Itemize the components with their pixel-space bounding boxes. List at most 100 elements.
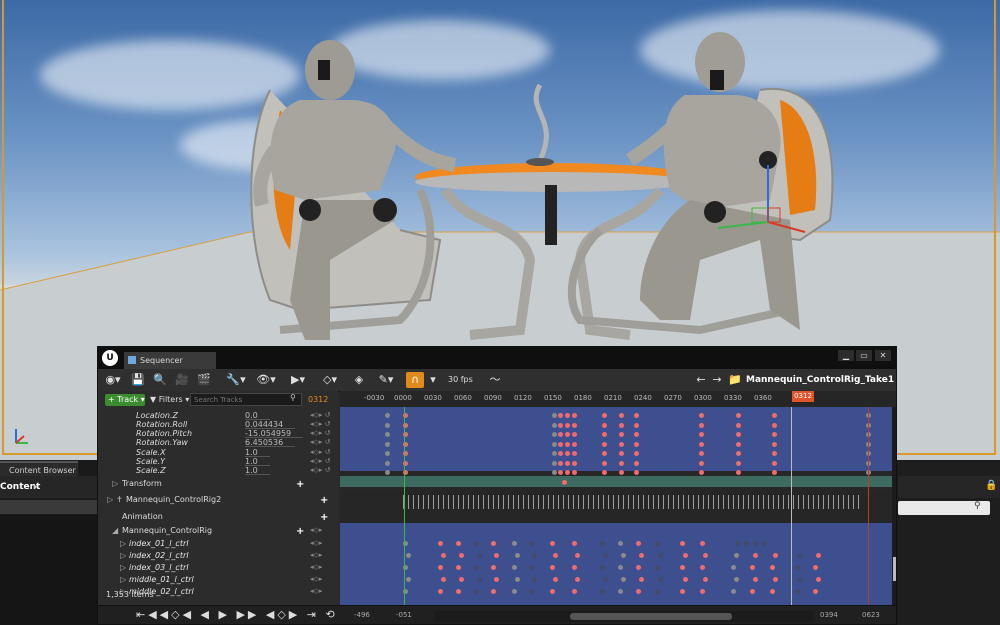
- keyframe[interactable]: [639, 577, 644, 582]
- key-nav-icons[interactable]: ◂◇▸: [310, 563, 322, 571]
- snap-magnet-icon[interactable]: ∩: [406, 372, 424, 388]
- search-tracks-input[interactable]: Search Tracks: [190, 393, 302, 406]
- keyframe[interactable]: [750, 565, 755, 570]
- key-nav-icons[interactable]: ◂◇▸ ↺: [310, 448, 331, 456]
- keyframe[interactable]: [699, 413, 704, 418]
- control-row[interactable]: ▷ index_03_l_ctrl ◂◇▸: [98, 563, 338, 575]
- keyframe[interactable]: [770, 565, 775, 570]
- keyframe[interactable]: [619, 432, 624, 437]
- keyframe[interactable]: [552, 470, 557, 475]
- keyframe[interactable]: [753, 577, 758, 582]
- forward-arrow-icon[interactable]: →: [710, 372, 724, 388]
- keyframe[interactable]: [558, 413, 563, 418]
- keyframe[interactable]: [772, 432, 777, 437]
- curve-editor-icon[interactable]: 〜: [486, 372, 504, 388]
- keyframe[interactable]: [565, 451, 570, 456]
- keyframe[interactable]: [572, 470, 577, 475]
- key-nav-icons[interactable]: ◂◇▸: [310, 551, 322, 559]
- transport-controls[interactable]: ⇤◀◀◇◀ ◀ ▶ ▶▶ ◀◇▶ ⇥ ⟲: [136, 608, 338, 621]
- keyframe[interactable]: [441, 553, 446, 558]
- keyframe[interactable]: [491, 565, 496, 570]
- keyframe[interactable]: [552, 413, 557, 418]
- keyframe[interactable]: [619, 470, 624, 475]
- expand-arrow-icon[interactable]: ▷: [107, 495, 113, 504]
- keyframe[interactable]: [385, 460, 390, 466]
- keyframe[interactable]: [572, 565, 577, 570]
- keyframe[interactable]: [750, 589, 755, 594]
- keyframe[interactable]: [565, 422, 570, 428]
- keyframe[interactable]: [703, 553, 708, 558]
- keyframe[interactable]: [734, 577, 739, 582]
- save-icon[interactable]: 💾: [130, 372, 146, 388]
- keyframe[interactable]: [385, 470, 390, 475]
- property-value[interactable]: 1.0: [245, 448, 270, 457]
- keyframe[interactable]: [634, 470, 639, 475]
- keyframe[interactable]: [699, 422, 704, 428]
- keyframe[interactable]: [438, 589, 443, 594]
- keyframe[interactable]: [512, 541, 517, 546]
- keyframe[interactable]: [772, 441, 777, 447]
- keyframe[interactable]: [736, 451, 741, 456]
- keyframe[interactable]: [634, 413, 639, 418]
- keyframe[interactable]: [565, 470, 570, 475]
- key-nav-icons[interactable]: ◂◇▸ ↺: [310, 420, 331, 428]
- property-value[interactable]: 1.0: [245, 466, 270, 475]
- timeline-area[interactable]: -0030 0000 0030 0060 0090 0120 0150 0180 0210 024…: [340, 391, 896, 605]
- keyframe[interactable]: [565, 441, 570, 447]
- keyframe[interactable]: [736, 432, 741, 437]
- add-key-button[interactable]: +: [296, 479, 304, 490]
- keyframe[interactable]: [385, 422, 390, 428]
- keyframe[interactable]: [438, 565, 443, 570]
- control-row[interactable]: ▷ middle_01_l_ctrl ◂◇▸: [98, 575, 338, 587]
- keyframe[interactable]: [736, 470, 741, 475]
- keyframe[interactable]: [639, 553, 644, 558]
- keyframe[interactable]: [438, 541, 443, 546]
- collapse-arrow-icon[interactable]: ◢: [112, 526, 118, 535]
- keyframe[interactable]: [602, 451, 607, 456]
- keyframe[interactable]: [770, 589, 775, 594]
- chevron-down-icon[interactable]: ▾: [428, 372, 438, 388]
- keyframe[interactable]: [474, 541, 479, 546]
- keyframe[interactable]: [772, 460, 777, 466]
- keyframe[interactable]: [634, 451, 639, 456]
- keyframe[interactable]: [634, 441, 639, 447]
- key-nav-icons[interactable]: ◂◇▸: [310, 539, 322, 547]
- keyframe[interactable]: [683, 577, 688, 582]
- keyframe[interactable]: [575, 577, 580, 582]
- keyframe[interactable]: [385, 413, 390, 418]
- property-row[interactable]: Rotation.Yaw 6.450536 ◂◇▸ ↺: [98, 438, 338, 448]
- keyframe[interactable]: [456, 565, 461, 570]
- keyframe[interactable]: [385, 441, 390, 447]
- expand-arrow-icon[interactable]: ▷: [112, 479, 118, 488]
- keyframe[interactable]: [655, 541, 660, 546]
- key-nav-icons[interactable]: ◂◇▸: [310, 526, 322, 534]
- range-start-inner[interactable]: -051: [396, 611, 412, 619]
- keyframe[interactable]: [491, 541, 496, 546]
- keyframe[interactable]: [636, 589, 641, 594]
- control-keys-band[interactable]: [340, 523, 892, 605]
- keyframe[interactable]: [600, 565, 605, 570]
- keyframe[interactable]: [602, 460, 607, 466]
- keyframe[interactable]: [552, 432, 557, 437]
- keyframe[interactable]: [772, 413, 777, 418]
- keyframe[interactable]: [619, 441, 624, 447]
- keyframe[interactable]: [634, 432, 639, 437]
- keyframe[interactable]: [572, 541, 577, 546]
- camera-icon[interactable]: 🎥: [174, 372, 190, 388]
- keyframe[interactable]: [619, 413, 624, 418]
- close-button[interactable]: ✕: [875, 350, 891, 361]
- keyframe[interactable]: [618, 541, 623, 546]
- keyframe[interactable]: [813, 565, 818, 570]
- keyframe[interactable]: [558, 460, 563, 466]
- key-nav-icons[interactable]: ◂◇▸ ↺: [310, 429, 331, 437]
- range-end-outer[interactable]: 0623: [862, 611, 880, 619]
- keyframe[interactable]: [634, 422, 639, 428]
- keyframe[interactable]: [477, 577, 482, 582]
- keyframe[interactable]: [683, 553, 688, 558]
- keyframe[interactable]: [621, 553, 626, 558]
- keyframe[interactable]: [680, 565, 685, 570]
- keyframe[interactable]: [619, 422, 624, 428]
- keyframe[interactable]: [494, 553, 499, 558]
- filters-button[interactable]: ▼ Filters ▾: [150, 394, 189, 406]
- keyframe[interactable]: [459, 553, 464, 558]
